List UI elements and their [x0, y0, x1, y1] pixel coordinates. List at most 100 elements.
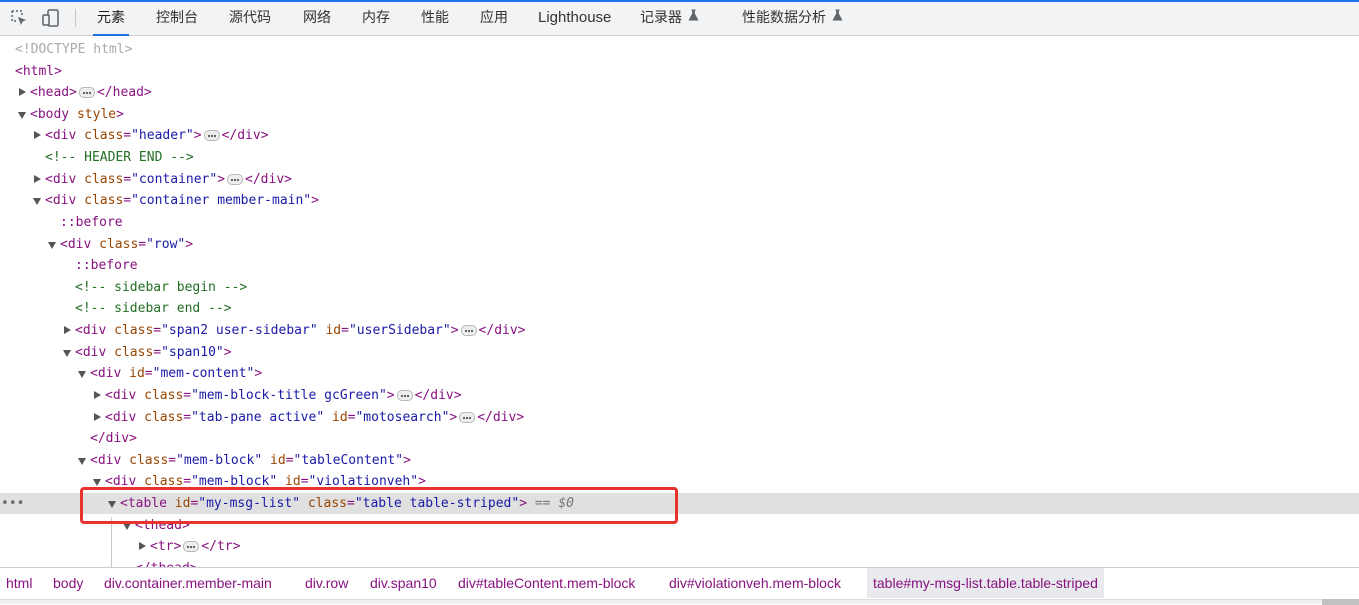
dom-node-div-mem-content[interactable]: <div id="mem-content">: [0, 363, 1359, 384]
dom-node-div-tab-pane[interactable]: <div class="tab-pane active" id="motosea…: [0, 407, 1359, 428]
expand-arrow-icon[interactable]: [19, 88, 26, 96]
ellipsis-icon[interactable]: [459, 411, 476, 423]
dom-node-div-table-content[interactable]: <div class="mem-block" id="tableContent"…: [0, 450, 1359, 471]
attr-value: "row": [146, 237, 186, 252]
attr-value: "my-msg-list": [198, 496, 301, 511]
dom-tree: <!DOCTYPE html> <html> <head> </head> <bo…: [0, 37, 1359, 567]
dom-node-div-user-sidebar[interactable]: <div class="span2 user-sidebar" id="user…: [0, 320, 1359, 341]
attr-name: class: [91, 237, 139, 252]
dom-node-comment[interactable]: <!-- HEADER END -->: [0, 147, 1359, 168]
tag-close-text: </div>: [221, 128, 269, 143]
tab-network[interactable]: 网络: [299, 0, 335, 36]
tag-close-text: </div>: [478, 323, 526, 338]
dom-node-div-container[interactable]: <div class="container"> </div>: [0, 169, 1359, 190]
dom-node-body[interactable]: <body style>: [0, 104, 1359, 125]
tag-text: <div: [90, 453, 122, 468]
dom-node-div-violationveh[interactable]: <div class="mem-block" id="violationveh"…: [0, 471, 1359, 492]
expand-arrow-icon[interactable]: [34, 131, 41, 139]
tab-elements[interactable]: 元素: [93, 0, 129, 36]
attr-value: "span2 user-sidebar": [161, 323, 318, 338]
expand-arrow-icon[interactable]: [94, 413, 101, 421]
tab-performance-insights[interactable]: 性能数据分析: [738, 0, 847, 36]
breadcrumb-div-span10[interactable]: div.span10: [370, 568, 437, 598]
collapse-arrow-icon[interactable]: [93, 479, 101, 486]
more-actions-icon[interactable]: •••: [1, 493, 24, 514]
attr-name: id: [277, 474, 301, 489]
dom-node-pseudo-before[interactable]: ::before: [0, 255, 1359, 276]
attr-name: id: [317, 323, 342, 338]
ellipsis-icon[interactable]: [183, 540, 200, 552]
tab-performance[interactable]: 性能: [417, 0, 453, 36]
attr-value: "container member-main": [131, 193, 312, 208]
dom-node-div-row[interactable]: <div class="row">: [0, 234, 1359, 255]
inspect-element-icon[interactable]: [9, 8, 29, 28]
breadcrumb-body[interactable]: body: [53, 568, 83, 598]
dom-node-html[interactable]: <html>: [0, 61, 1359, 82]
tab-console[interactable]: 控制台: [152, 0, 202, 36]
ellipsis-icon[interactable]: [227, 173, 244, 185]
dom-node-tr[interactable]: <tr> </tr>: [0, 536, 1359, 557]
dom-node-table-selected[interactable]: ••• <table id="my-msg-list" class="table…: [0, 493, 1359, 514]
dom-node-close-thead[interactable]: </thead>: [0, 558, 1359, 567]
expand-arrow-icon[interactable]: [64, 326, 71, 334]
collapse-arrow-icon[interactable]: [78, 371, 86, 378]
collapse-arrow-icon[interactable]: [108, 501, 116, 508]
attr-name: class: [76, 172, 124, 187]
expand-arrow-icon[interactable]: [94, 391, 101, 399]
ellipsis-icon[interactable]: [203, 129, 220, 141]
dom-node-head[interactable]: <head> </head>: [0, 82, 1359, 103]
collapse-arrow-icon[interactable]: [18, 112, 26, 119]
ellipsis-icon[interactable]: [460, 324, 477, 336]
dom-node-doctype[interactable]: <!DOCTYPE html>: [0, 39, 1359, 60]
expand-arrow-icon[interactable]: [139, 542, 146, 550]
scrollbar-thumb[interactable]: [1322, 599, 1359, 605]
breadcrumb-div-tablecontent[interactable]: div#tableContent.mem-block: [458, 568, 635, 598]
breadcrumb-div-container[interactable]: div.container.member-main: [104, 568, 272, 598]
ellipsis-icon[interactable]: [396, 389, 413, 401]
attr-name: id: [324, 410, 348, 425]
tag-end: >: [450, 323, 459, 338]
attr-name: class: [136, 410, 184, 425]
tab-lighthouse[interactable]: Lighthouse: [534, 0, 615, 36]
dom-node-div-span10[interactable]: <div class="span10">: [0, 342, 1359, 363]
pseudo-text: ::before: [60, 215, 123, 230]
tree-guide-line: [111, 517, 112, 567]
dom-node-div-mem-block-title[interactable]: <div class="mem-block-title gcGreen"> </d…: [0, 385, 1359, 406]
dom-node-comment[interactable]: <!-- sidebar end -->: [0, 298, 1359, 319]
tab-sources[interactable]: 源代码: [225, 0, 275, 36]
collapse-arrow-icon[interactable]: [123, 523, 131, 530]
tab-recorder-label: 记录器: [640, 10, 682, 26]
dom-node-div-member-main[interactable]: <div class="container member-main">: [0, 190, 1359, 211]
dom-node-comment[interactable]: <!-- sidebar begin -->: [0, 277, 1359, 298]
dom-node-div-header[interactable]: <div class="header"> </div>: [0, 125, 1359, 146]
collapse-arrow-icon[interactable]: [48, 242, 56, 249]
attr-value: "container": [131, 172, 218, 187]
breadcrumb-html[interactable]: html: [6, 568, 32, 598]
collapse-arrow-icon[interactable]: [78, 458, 86, 465]
breadcrumb: html body div.container.member-main div.…: [0, 567, 1359, 598]
dom-node-pseudo-before[interactable]: ::before: [0, 212, 1359, 233]
attr-value: "mem-block-title gcGreen": [191, 388, 387, 403]
tab-recorder[interactable]: 记录器: [636, 0, 703, 36]
dom-node-thead[interactable]: <thead>: [0, 515, 1359, 536]
tag-text: <div: [75, 345, 107, 360]
tab-memory[interactable]: 内存: [358, 0, 394, 36]
tag-text: <div: [60, 237, 92, 252]
tag-end: >: [116, 107, 124, 122]
ellipsis-icon[interactable]: [78, 86, 95, 98]
collapse-arrow-icon[interactable]: [63, 350, 71, 357]
breadcrumb-table-active[interactable]: table#my-msg-list.table.table-striped: [867, 568, 1104, 598]
breadcrumb-div-violationveh[interactable]: div#violationveh.mem-block: [669, 568, 841, 598]
device-toolbar-icon[interactable]: [41, 8, 61, 28]
expand-arrow-icon[interactable]: [34, 175, 41, 183]
attr-name: class: [121, 453, 169, 468]
tab-application[interactable]: 应用: [476, 0, 512, 36]
dom-node-close-div[interactable]: </div>: [0, 428, 1359, 449]
collapse-arrow-icon[interactable]: [33, 198, 41, 205]
horizontal-scrollbar[interactable]: [0, 598, 1359, 605]
tag-end: >: [519, 496, 528, 511]
breadcrumb-div-row[interactable]: div.row: [305, 568, 348, 598]
attr-value: "violationveh": [308, 474, 419, 489]
scrollbar-track[interactable]: [0, 599, 1322, 604]
tag-text: <div: [90, 366, 122, 381]
